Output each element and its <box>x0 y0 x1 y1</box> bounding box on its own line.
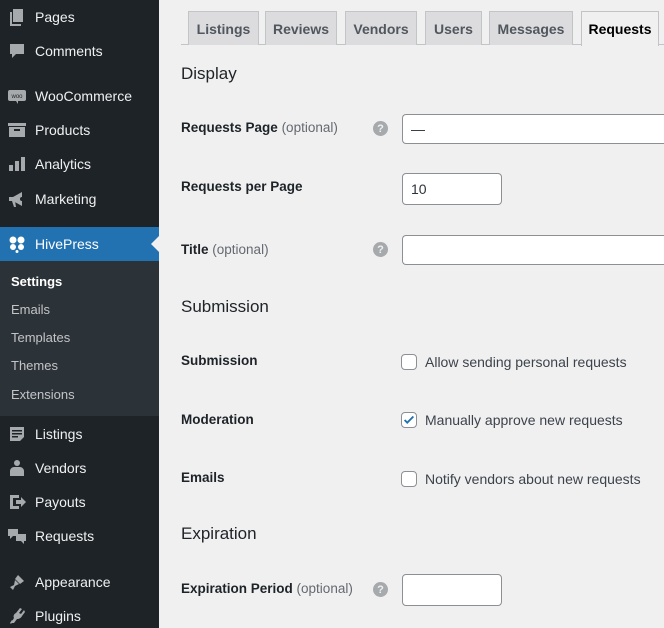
submission-label: Submission <box>181 353 258 368</box>
field-label-text: Expiration Period <box>181 581 293 596</box>
sidebar-item-payouts[interactable]: Payouts <box>0 485 159 519</box>
sidebar-item-label: Pages <box>35 9 75 25</box>
analytics-icon <box>7 154 27 174</box>
hivepress-icon <box>7 234 27 254</box>
section-title-submission: Submission <box>181 297 269 316</box>
checkmark-icon <box>403 415 415 424</box>
tab-reviews[interactable]: Reviews <box>265 11 337 45</box>
sidebar-item-label: Vendors <box>35 460 87 476</box>
requests-icon <box>7 526 27 546</box>
sidebar-item-label: Listings <box>35 426 83 442</box>
field-label-text: Requests Page <box>181 120 278 135</box>
expiration-period-label: Expiration Period (optional) <box>181 581 353 596</box>
requests-per-page-input[interactable]: 10 <box>402 173 502 205</box>
moderation-label: Moderation <box>181 412 254 427</box>
sidebar-item-hivepress[interactable]: HivePress <box>0 227 159 261</box>
sidebar-item-label: Products <box>35 122 91 138</box>
optional-tag: (optional) <box>281 120 338 135</box>
sidebar-item-label: Appearance <box>35 574 111 590</box>
title-input[interactable] <box>402 235 664 265</box>
products-icon <box>7 120 27 140</box>
tab-listings[interactable]: Listings <box>188 11 259 45</box>
optional-tag: (optional) <box>212 242 269 257</box>
hivepress-submenu: Settings Emails Templates Themes Extensi… <box>0 261 159 416</box>
notify-vendors-checkbox[interactable] <box>401 471 417 487</box>
marketing-icon <box>7 189 27 209</box>
sidebar-item-label: Comments <box>35 43 103 59</box>
sidebar-item-label: Marketing <box>35 191 97 207</box>
sidebar-item-label: WooCommerce <box>35 88 132 104</box>
appearance-icon <box>7 572 27 592</box>
requests-per-page-label: Requests per Page <box>181 179 303 194</box>
help-icon[interactable]: ? <box>373 582 388 597</box>
sidebar-item-plugins[interactable]: Plugins <box>0 599 159 628</box>
help-icon[interactable]: ? <box>373 242 388 257</box>
allow-personal-requests-checkbox[interactable] <box>401 354 417 370</box>
current-menu-arrow <box>151 236 159 252</box>
sidebar-item-label: Plugins <box>35 608 81 624</box>
submenu-item-themes[interactable]: Themes <box>11 358 58 373</box>
sidebar-item-products[interactable]: Products <box>0 113 159 147</box>
svg-text:woo: woo <box>10 94 23 100</box>
sidebar-item-woocommerce[interactable]: woo WooCommerce <box>0 79 159 113</box>
submenu-item-templates[interactable]: Templates <box>11 330 70 345</box>
submenu-item-settings[interactable]: Settings <box>11 274 62 289</box>
requests-page-select[interactable]: — <box>402 114 664 144</box>
sidebar-item-marketing[interactable]: Marketing <box>0 182 159 216</box>
emails-label: Emails <box>181 470 225 485</box>
section-title-display: Display <box>181 64 237 83</box>
woocommerce-icon: woo <box>7 86 27 106</box>
help-icon[interactable]: ? <box>373 121 388 136</box>
sidebar-item-vendors[interactable]: Vendors <box>0 451 159 485</box>
optional-tag: (optional) <box>296 581 353 596</box>
manually-approve-label[interactable]: Manually approve new requests <box>425 412 623 428</box>
sidebar-item-pages[interactable]: Pages <box>0 0 159 34</box>
tab-users[interactable]: Users <box>425 11 482 45</box>
sidebar-item-requests[interactable]: Requests <box>0 519 159 553</box>
title-label: Title (optional) <box>181 242 269 257</box>
expiration-period-input[interactable] <box>402 574 502 606</box>
field-label-text: Title <box>181 242 209 257</box>
requests-page-label: Requests Page (optional) <box>181 120 338 135</box>
settings-tabs: Listings Reviews Vendors Users Messages … <box>181 0 664 46</box>
sidebar-item-label: Payouts <box>35 494 86 510</box>
allow-personal-requests-label[interactable]: Allow sending personal requests <box>425 354 627 370</box>
tab-requests[interactable]: Requests <box>581 11 659 46</box>
sidebar-item-label: Requests <box>35 528 95 544</box>
section-title-expiration: Expiration <box>181 524 257 543</box>
submenu-item-extensions[interactable]: Extensions <box>11 387 75 402</box>
sidebar-item-comments[interactable]: Comments <box>0 34 159 68</box>
tab-vendors[interactable]: Vendors <box>345 11 417 45</box>
tab-messages[interactable]: Messages <box>489 11 573 45</box>
admin-sidebar: Pages Comments woo WooCommerce Products … <box>0 0 159 628</box>
manually-approve-checkbox[interactable] <box>401 412 417 428</box>
plugins-icon <box>7 606 27 626</box>
submenu-item-emails[interactable]: Emails <box>11 302 50 317</box>
notify-vendors-label[interactable]: Notify vendors about new requests <box>425 471 641 487</box>
vendors-icon <box>7 458 27 478</box>
sidebar-item-label: Analytics <box>35 156 92 172</box>
sidebar-item-analytics[interactable]: Analytics <box>0 147 159 181</box>
sidebar-item-appearance[interactable]: Appearance <box>0 565 159 599</box>
sidebar-item-label: HivePress <box>35 236 99 252</box>
sidebar-item-listings[interactable]: Listings <box>0 417 159 451</box>
payouts-icon <box>7 492 27 512</box>
listings-icon <box>7 424 27 444</box>
pages-icon <box>7 7 27 27</box>
comments-icon <box>7 41 27 61</box>
